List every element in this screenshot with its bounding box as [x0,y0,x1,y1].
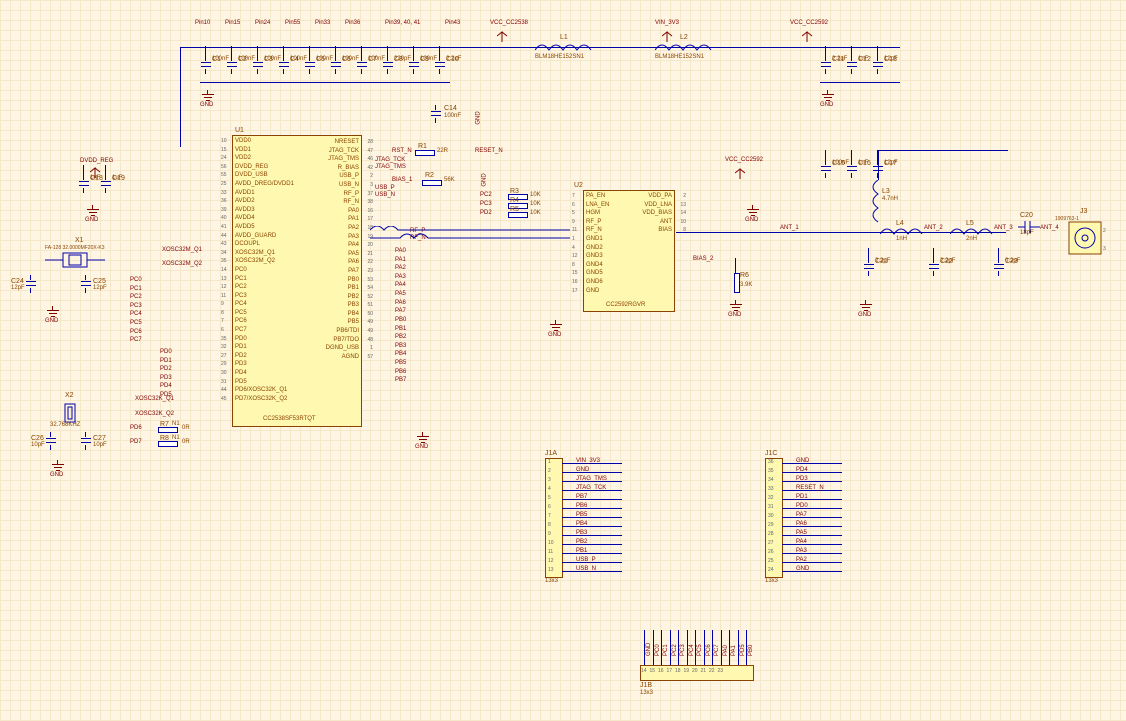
j1a-ref: J1A [545,450,557,457]
j1c-ref: J1C [765,450,777,457]
gnd-symbol [85,205,101,217]
vcc-cc2538-label: VCC_CC2538 [490,20,528,26]
dvdd-reg-label: DVDD_REG [80,158,113,164]
pc-nets: PC0PC1PC2PC3PC4PC5PC6PC7 [130,277,142,346]
gnd-symbol [745,205,761,217]
gnd-symbol [548,320,564,332]
j1b-ref: J1B [640,682,652,689]
gnd-symbol [415,432,431,444]
vcc-cc2592-label: VCC_CC2592 [790,20,828,26]
r2 [422,180,442,186]
gnd-symbol [45,306,61,318]
rail-wire [180,47,181,147]
vcc-cc2592-label2: VCC_CC2592 [725,157,763,163]
gnd-symbol [200,90,216,102]
net-ant3: ANT_3 [994,225,1013,231]
gnd-symbol [50,460,66,472]
net-rstn: RST_N [392,148,412,154]
net-ant4: ANT_4 [1040,225,1059,231]
net-usbp: USB_P [375,185,395,191]
net-jtag-tck: JTAG_TCK [375,157,405,163]
net-reset-n: RESET_N [475,148,503,154]
net-xosc32m-q2: XOSC32M_Q2 [162,261,202,267]
gnd-symbol [728,300,744,312]
vin-3v3-label: VIN_3V3 [655,20,679,26]
net-usbn: USB_N [375,192,395,198]
net-bias2: BIAS_2 [693,256,713,262]
net-ant2: ANT_2 [924,225,943,231]
pb-nets: PB0PB1PB2PB3PB4PB5PB6PB7 [395,317,406,386]
net-bias1: BIAS_1 [392,177,412,183]
u2-cc2592: U2 CC2592RGVR 7PA_EN6LNA_EN5HGM9RF_P11RF… [583,190,675,312]
gnd-symbol [820,90,836,102]
r1 [415,150,435,156]
pd-nets: PD0PD1PD2PD3PD4PD5 [160,349,172,401]
gnd-symbol [858,300,874,312]
net-ant1: ANT_1 [780,225,799,231]
u1-cc2538: U1 CC2538SF53RTQT 10VDD015VDD124VDD256DV… [232,135,362,427]
net-jtag-tms: JTAG_TMS [375,164,406,170]
net-xosc32m-q1: XOSC32M_Q1 [162,247,202,253]
pa-nets: PA0PA1PA2PA3PA4PA5PA6PA7 [395,248,406,317]
net-xosc32k-q1: XOSC32K_Q1 [135,396,174,402]
net-xosc32k-q2: XOSC32K_Q2 [135,411,174,417]
